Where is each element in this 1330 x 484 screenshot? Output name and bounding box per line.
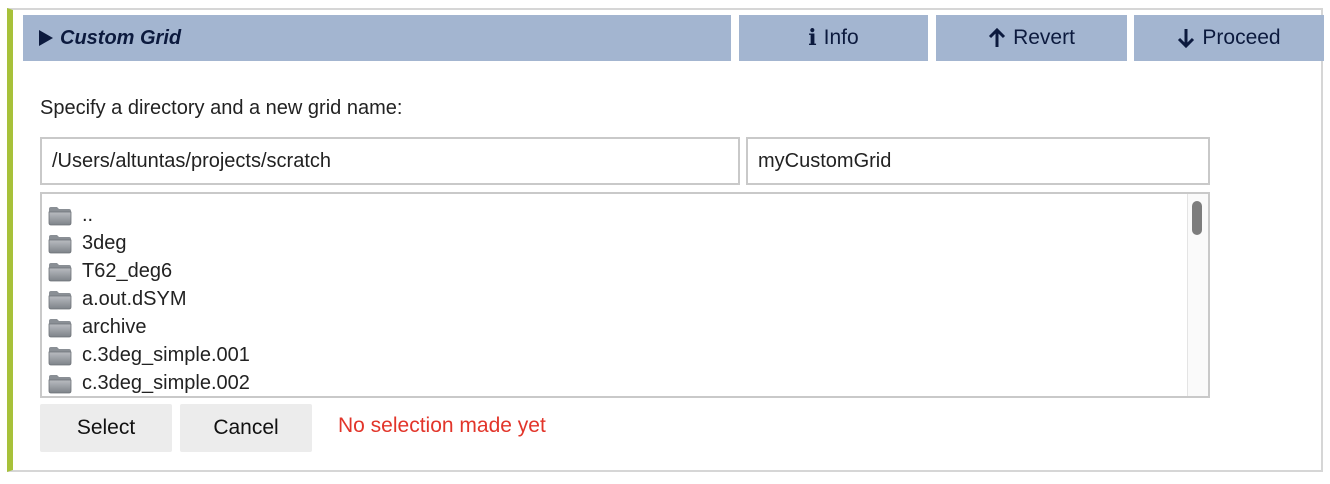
arrow-up-icon bbox=[989, 28, 1006, 47]
folder-icon bbox=[48, 373, 72, 394]
revert-button[interactable]: Revert bbox=[936, 15, 1127, 61]
list-item[interactable]: .. bbox=[42, 201, 1208, 229]
file-item-label: .. bbox=[82, 203, 94, 226]
grid-name-input[interactable] bbox=[746, 137, 1210, 185]
file-item-label: c.3deg_simple.002 bbox=[82, 371, 250, 394]
folder-icon bbox=[48, 345, 72, 366]
folder-icon bbox=[48, 233, 72, 254]
file-item-label: archive bbox=[82, 315, 147, 338]
status-message: No selection made yet bbox=[338, 414, 546, 437]
scrollbar[interactable] bbox=[1187, 194, 1208, 396]
file-rows: .. 3deg T62_deg6 a.out.dSYM archive c.3deg_si… bbox=[42, 201, 1208, 396]
list-item[interactable]: archive bbox=[42, 313, 1208, 341]
scrollbar-thumb[interactable] bbox=[1192, 201, 1202, 235]
list-item[interactable]: T62_deg6 bbox=[42, 257, 1208, 285]
file-item-label: 3deg bbox=[82, 231, 127, 254]
file-item-label: T62_deg6 bbox=[82, 259, 173, 282]
proceed-button[interactable]: Proceed bbox=[1134, 15, 1324, 61]
info-button-label: Info bbox=[823, 26, 859, 49]
directory-input[interactable] bbox=[40, 137, 740, 185]
list-item[interactable]: c.3deg_simple.001 bbox=[42, 341, 1208, 369]
revert-button-label: Revert bbox=[1013, 26, 1075, 49]
caret-right-icon bbox=[39, 30, 53, 46]
list-item[interactable]: c.3deg_simple.002 bbox=[42, 369, 1208, 396]
folder-icon bbox=[48, 205, 72, 226]
section-title: Custom Grid bbox=[60, 26, 182, 49]
custom-grid-panel: Custom Grid i Info Revert Proceed Specif… bbox=[7, 8, 1324, 472]
folder-icon bbox=[48, 261, 72, 282]
cancel-button[interactable]: Cancel bbox=[180, 404, 312, 452]
proceed-button-label: Proceed bbox=[1202, 26, 1281, 49]
info-icon: i bbox=[808, 25, 817, 51]
folder-icon bbox=[48, 289, 72, 310]
arrow-down-icon bbox=[1178, 29, 1195, 48]
directory-listing[interactable]: .. 3deg T62_deg6 a.out.dSYM archive c.3deg_si… bbox=[40, 192, 1210, 398]
folder-icon bbox=[48, 317, 72, 338]
select-button[interactable]: Select bbox=[40, 404, 172, 452]
section-header[interactable]: Custom Grid bbox=[23, 15, 731, 61]
list-item[interactable]: 3deg bbox=[42, 229, 1208, 257]
list-item[interactable]: a.out.dSYM bbox=[42, 285, 1208, 313]
directory-prompt: Specify a directory and a new grid name: bbox=[40, 97, 403, 119]
file-item-label: c.3deg_simple.001 bbox=[82, 343, 250, 366]
file-item-label: a.out.dSYM bbox=[82, 287, 187, 310]
info-button[interactable]: i Info bbox=[739, 15, 928, 61]
